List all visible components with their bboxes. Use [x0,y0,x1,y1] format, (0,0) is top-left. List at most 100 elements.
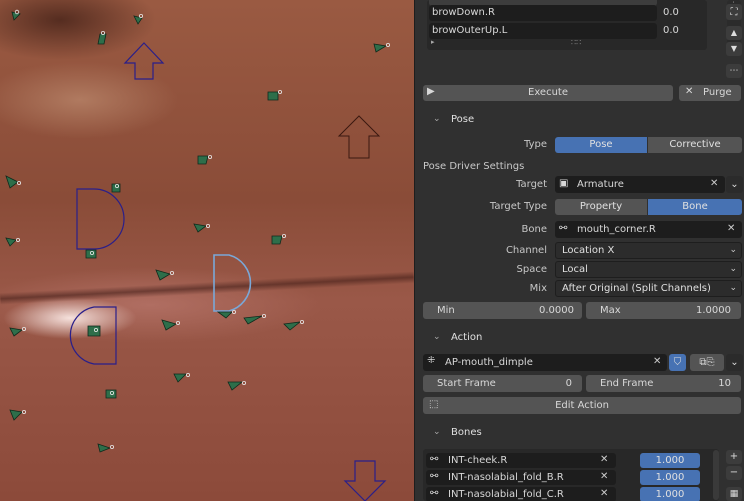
bones-list-scrollbar[interactable] [713,450,719,500]
move-up-icon[interactable]: ▲ [726,26,742,40]
end-frame-value: 10 [718,378,731,389]
edit-action-button[interactable]: ⬚ Edit Action [423,397,741,414]
chevron-down-icon: ⌄ [433,114,441,124]
min-value: 0.0000 [539,305,574,316]
clear-target-close-icon[interactable]: ✕ [710,178,718,189]
pose-panel-title: Pose [451,114,475,125]
max-label: Max [600,305,621,316]
fake-user-shield-icon[interactable]: ⛉ [669,354,686,371]
channel-value: Location X [562,245,615,256]
action-datablock-field[interactable]: ⁜ AP-mouth_dimple ✕ [423,354,667,371]
filter-icon[interactable]: ⋯ [726,64,742,78]
target-type-label: Target Type [489,201,547,212]
bone-weight[interactable]: 1.000 [640,487,700,501]
target-dropdown-chevron-down-icon[interactable]: ⌄ [726,176,743,193]
purge-button[interactable]: ✕ Purge [679,85,741,101]
mix-dropdown[interactable]: After Original (Split Channels) ⌄ [555,280,742,297]
bones-panel-title: Bones [451,427,482,438]
target-field[interactable]: ▣ Armature ✕ [555,176,725,193]
action-panel-title: Action [451,332,483,343]
bone-row[interactable]: ⚯ INT-cheek.R ✕ [426,453,616,468]
chevron-down-icon: ⌄ [729,245,737,255]
chevron-down-icon: ⌄ [729,264,737,274]
bone-markers[interactable] [0,0,414,501]
action-name: AP-mouth_dimple [445,357,533,368]
close-icon: ✕ [685,86,694,97]
remove-bone-close-icon[interactable]: ✕ [600,488,608,499]
min-label: Min [437,305,455,316]
bone-value: mouth_corner.R [577,224,656,235]
resize-grip-icon[interactable]: ∷∷ [571,38,581,47]
bone-row[interactable]: ⚯ INT-nasolabial_fold_B.R ✕ [426,470,616,485]
execute-button[interactable]: ▶ Execute [423,85,673,101]
action-panel-header[interactable]: ⌄ Action [423,328,739,348]
end-frame-label: End Frame [600,378,654,389]
shape-key-name: browOuterUp.L [432,25,508,36]
shape-key-list[interactable]: browDown.R 0.0 browOuterUp.L 0.0 ▸ ∷∷ [427,0,707,50]
bone-weight[interactable]: 1.000 [640,453,700,468]
bone-icon: ⚯ [559,223,568,234]
chevron-down-icon: ⌄ [433,427,441,437]
shape-key-options-icon[interactable]: ⛶ [726,4,742,20]
pose-driver-settings-label: Pose Driver Settings [423,161,525,172]
bone-icon: ⚯ [430,471,439,482]
start-frame-value: 0 [565,378,572,389]
end-frame-field[interactable]: End Frame 10 [586,375,741,392]
bone-icon: ⚯ [430,488,439,499]
3d-viewport[interactable] [0,0,414,501]
min-field[interactable]: Min 0.0000 [423,302,582,319]
bone-field[interactable]: ⚯ mouth_corner.R ✕ [555,221,742,238]
armature-object-icon: ▣ [559,178,569,189]
pose-panel-header[interactable]: ⌄ Pose [423,110,739,130]
bone-list-menu-icon[interactable]: ▦ [726,487,742,501]
bone-row-name: INT-nasolabial_fold_B.R [448,472,564,483]
type-option-pose[interactable]: Pose [555,137,647,153]
bones-panel-header[interactable]: ⌄ Bones [423,423,739,443]
unlink-action-close-icon[interactable]: ✕ [653,356,661,367]
space-dropdown[interactable]: Local ⌄ [555,261,742,278]
target-label: Target [516,179,547,190]
edit-action-label: Edit Action [555,400,609,411]
target-value: Armature [577,179,624,190]
remove-bone-minus-icon[interactable]: − [726,466,742,480]
purge-label: Purge [703,87,732,98]
shape-key-name: browDown.R [432,7,495,18]
start-frame-label: Start Frame [437,378,496,389]
bone-row-name: INT-cheek.R [448,455,508,466]
execute-label: Execute [528,87,568,98]
chevron-down-icon: ⌄ [729,283,737,293]
type-label: Type [524,139,547,150]
mix-label: Mix [529,283,547,294]
duplicate-icon[interactable]: ⧉⎘ [690,354,724,371]
bone-weight[interactable]: 1.000 [640,470,700,485]
properties-panel: browDown.R 0.0 browOuterUp.L 0.0 ▸ ∷∷ ⋮ … [414,0,744,501]
bone-row[interactable]: ⚯ INT-nasolabial_fold_C.R ✕ [426,487,616,501]
bone-row-name: INT-nasolabial_fold_C.R [448,489,564,500]
bone-icon: ⚯ [430,454,439,465]
bones-list[interactable]: ⚯ INT-cheek.R ✕ 1.000 ⚯ INT-nasolabial_f… [423,449,719,501]
action-icon: ⁜ [427,355,436,366]
shape-key-value[interactable]: 0.0 [663,7,679,18]
list-row[interactable]: browOuterUp.L [429,23,657,39]
max-field[interactable]: Max 1.0000 [586,302,741,319]
chevron-down-icon: ⌄ [433,332,441,342]
action-browse-chevron-down-icon[interactable]: ⌄ [726,354,743,371]
channel-label: Channel [505,245,547,256]
remove-bone-close-icon[interactable]: ✕ [600,471,608,482]
type-option-corrective[interactable]: Corrective [648,137,742,153]
target-type-option-bone[interactable]: Bone [648,199,742,215]
target-type-option-property[interactable]: Property [555,199,647,215]
clear-bone-close-icon[interactable]: ✕ [727,223,735,234]
shape-key-value[interactable]: 0.0 [663,25,679,36]
channel-dropdown[interactable]: Location X ⌄ [555,242,742,259]
remove-bone-close-icon[interactable]: ✕ [600,454,608,465]
expand-list-icon[interactable]: ▸ [431,38,435,46]
add-bone-plus-icon[interactable]: + [726,450,742,464]
start-frame-field[interactable]: Start Frame 0 [423,375,582,392]
bone-label: Bone [521,224,547,235]
move-down-icon[interactable]: ▼ [726,42,742,56]
space-value: Local [562,264,588,275]
space-label: Space [516,264,547,275]
list-row[interactable]: browDown.R [429,5,657,21]
max-value: 1.0000 [696,305,731,316]
